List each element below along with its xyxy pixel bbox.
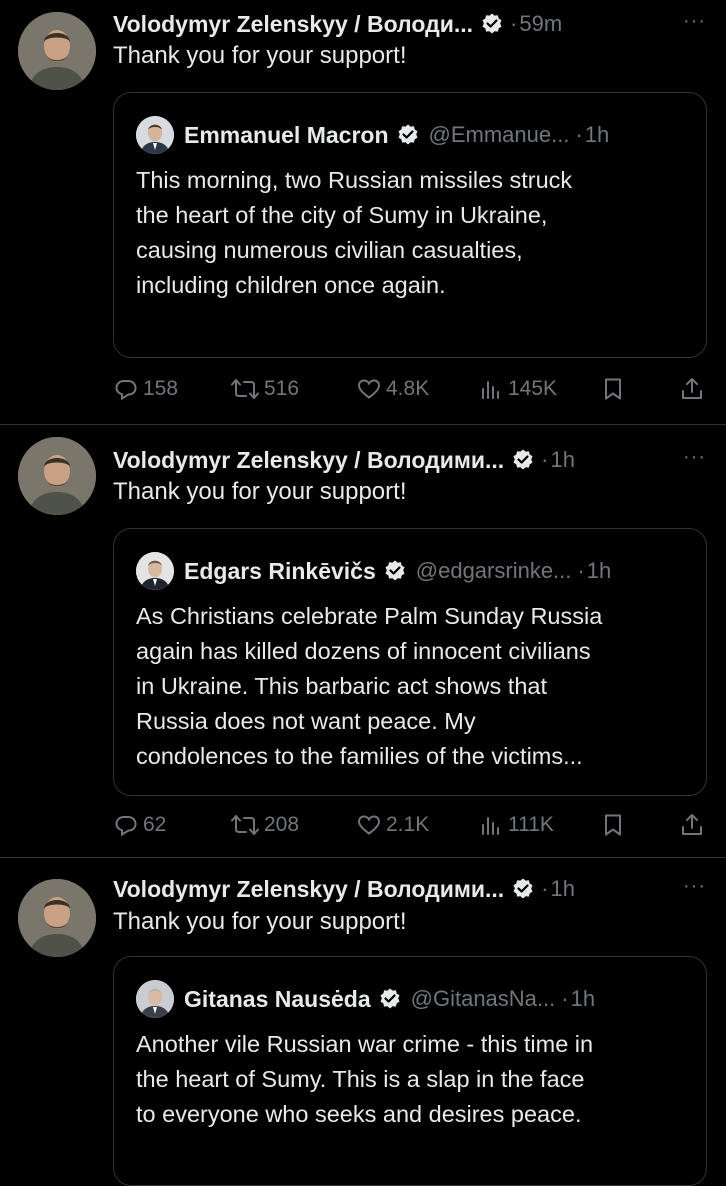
views-count: 145K [508,377,558,400]
quoted-post-header: Gitanas Nausėda @GitanasNa... · 1h [136,979,686,1019]
quoted-post-time[interactable]: 1h [571,986,595,1012]
quoted-text-line: in Ukraine. This barbaric act shows that [136,673,547,699]
share-icon [679,812,709,838]
post-text: Thank you for your support! [113,908,407,935]
quoted-text-line: to everyone who seeks and desires peace. [136,1101,582,1127]
share-button[interactable] [679,374,709,404]
action-bar: 62 208 2.1K 111K [113,810,713,840]
separator-dot: · [577,558,585,583]
post-text: Thank you for your support! [113,478,407,505]
quoted-post-text: This morning, two Russian missiles struc… [136,163,696,303]
quoted-author-name[interactable]: Gitanas Nausėda [184,986,371,1013]
bookmark-button[interactable] [600,374,630,404]
post-text: Thank you for your support! [113,42,407,69]
quoted-text-line: again has killed dozens of innocent civi… [136,638,591,664]
separator-dot: · [575,122,583,147]
quoted-text-line: the heart of the city of Sumy in Ukraine… [136,202,548,228]
repost-icon [230,812,264,838]
verified-badge-icon [511,448,535,472]
author-avatar[interactable] [18,12,96,90]
author-avatar[interactable] [18,437,96,515]
share-icon [679,376,709,402]
quoted-post-time[interactable]: 1h [587,558,611,584]
more-options-icon[interactable]: ··· [683,875,706,898]
verified-badge-icon [378,987,402,1011]
author-name[interactable]: Volodymyr Zelenskyy / Володи... [113,11,473,38]
separator-dot: · [561,986,569,1011]
separator-dot: · [510,11,518,36]
quoted-post[interactable]: Edgars Rinkēvičs @edgarsrinke... · 1h As… [113,528,707,796]
repost-count: 208 [264,813,300,836]
post-time[interactable]: 59m [519,11,562,37]
quoted-text-line: As Christians celebrate Palm Sunday Russ… [136,603,603,629]
views-icon [478,376,508,402]
action-bar: 158 516 4.8K 145K [113,374,713,404]
bookmark-icon [600,376,630,402]
quoted-author-handle[interactable]: @Emmanue... [429,122,570,148]
post[interactable]: Volodymyr Zelenskyy / Володими... · 1h ·… [0,858,726,1186]
quoted-author-name[interactable]: Emmanuel Macron [184,122,389,149]
post-time[interactable]: 1h [551,447,575,473]
reply-icon [113,812,143,838]
quoted-text-line: causing numerous civilian casualties, [136,237,523,263]
separator-dot: · [541,876,549,901]
quoted-author-avatar[interactable] [136,552,174,590]
author-avatar[interactable] [18,879,96,957]
more-options-icon[interactable]: ··· [683,446,706,469]
verified-badge-icon [396,123,420,147]
views-icon [478,812,508,838]
quoted-post-header: Edgars Rinkēvičs @edgarsrinke... · 1h [136,551,686,591]
verified-badge-icon [511,877,535,901]
verified-badge-icon [383,559,407,583]
quoted-author-handle[interactable]: @edgarsrinke... [416,558,572,584]
reply-button[interactable]: 158 [113,374,178,404]
like-count: 4.8K [386,377,430,400]
reply-icon [113,376,143,402]
repost-button[interactable]: 208 [230,810,299,840]
views-count: 111K [508,813,554,836]
quoted-text-line: This morning, two Russian missiles struc… [136,167,573,193]
quoted-text-line: the heart of Sumy. This is a slap in the… [136,1066,585,1092]
reply-count: 62 [143,813,167,836]
author-name[interactable]: Volodymyr Zelenskyy / Володими... [113,447,504,474]
reply-button[interactable]: 62 [113,810,166,840]
repost-icon [230,376,264,402]
post[interactable]: Volodymyr Zelenskyy / Володи... · 59m ··… [0,0,726,424]
bookmark-icon [600,812,630,838]
quoted-author-avatar[interactable] [136,980,174,1018]
like-count: 2.1K [386,813,430,836]
post-header: Volodymyr Zelenskyy / Володими... · 1h ·… [113,442,706,478]
post-time[interactable]: 1h [551,876,575,902]
separator-dot: · [541,447,549,472]
quoted-author-name[interactable]: Edgars Rinkēvičs [184,558,376,585]
quoted-post-text: As Christians celebrate Palm Sunday Russ… [136,599,696,774]
like-button[interactable]: 4.8K [356,374,429,404]
views-button[interactable]: 111K [478,810,554,840]
quoted-text-line: Russia does not want peace. My [136,708,476,734]
like-icon [356,812,386,838]
like-button[interactable]: 2.1K [356,810,429,840]
views-button[interactable]: 145K [478,374,557,404]
repost-button[interactable]: 516 [230,374,299,404]
quoted-post-header: Emmanuel Macron @Emmanue... · 1h [136,115,686,155]
quoted-text-line: Another vile Russian war crime - this ti… [136,1031,594,1057]
author-name[interactable]: Volodymyr Zelenskyy / Володими... [113,876,504,903]
repost-count: 516 [264,377,300,400]
like-icon [356,376,386,402]
quoted-author-handle[interactable]: @GitanasNa... [411,986,556,1012]
quoted-post-text: Another vile Russian war crime - this ti… [136,1027,696,1132]
quoted-author-avatar[interactable] [136,116,174,154]
quoted-text-line: including children once again. [136,272,446,298]
quoted-post[interactable]: Emmanuel Macron @Emmanue... · 1h This mo… [113,92,707,358]
post[interactable]: Volodymyr Zelenskyy / Володими... · 1h ·… [0,425,726,857]
quoted-text-line: condolences to the families of the victi… [136,743,583,769]
share-button[interactable] [679,810,709,840]
quoted-post-time[interactable]: 1h [585,122,609,148]
reply-count: 158 [143,377,179,400]
bookmark-button[interactable] [600,810,630,840]
more-options-icon[interactable]: ··· [683,10,706,33]
post-header: Volodymyr Zelenskyy / Володи... · 59m ··… [113,6,706,42]
verified-badge-icon [480,12,504,36]
post-header: Volodymyr Zelenskyy / Володими... · 1h ·… [113,871,706,907]
